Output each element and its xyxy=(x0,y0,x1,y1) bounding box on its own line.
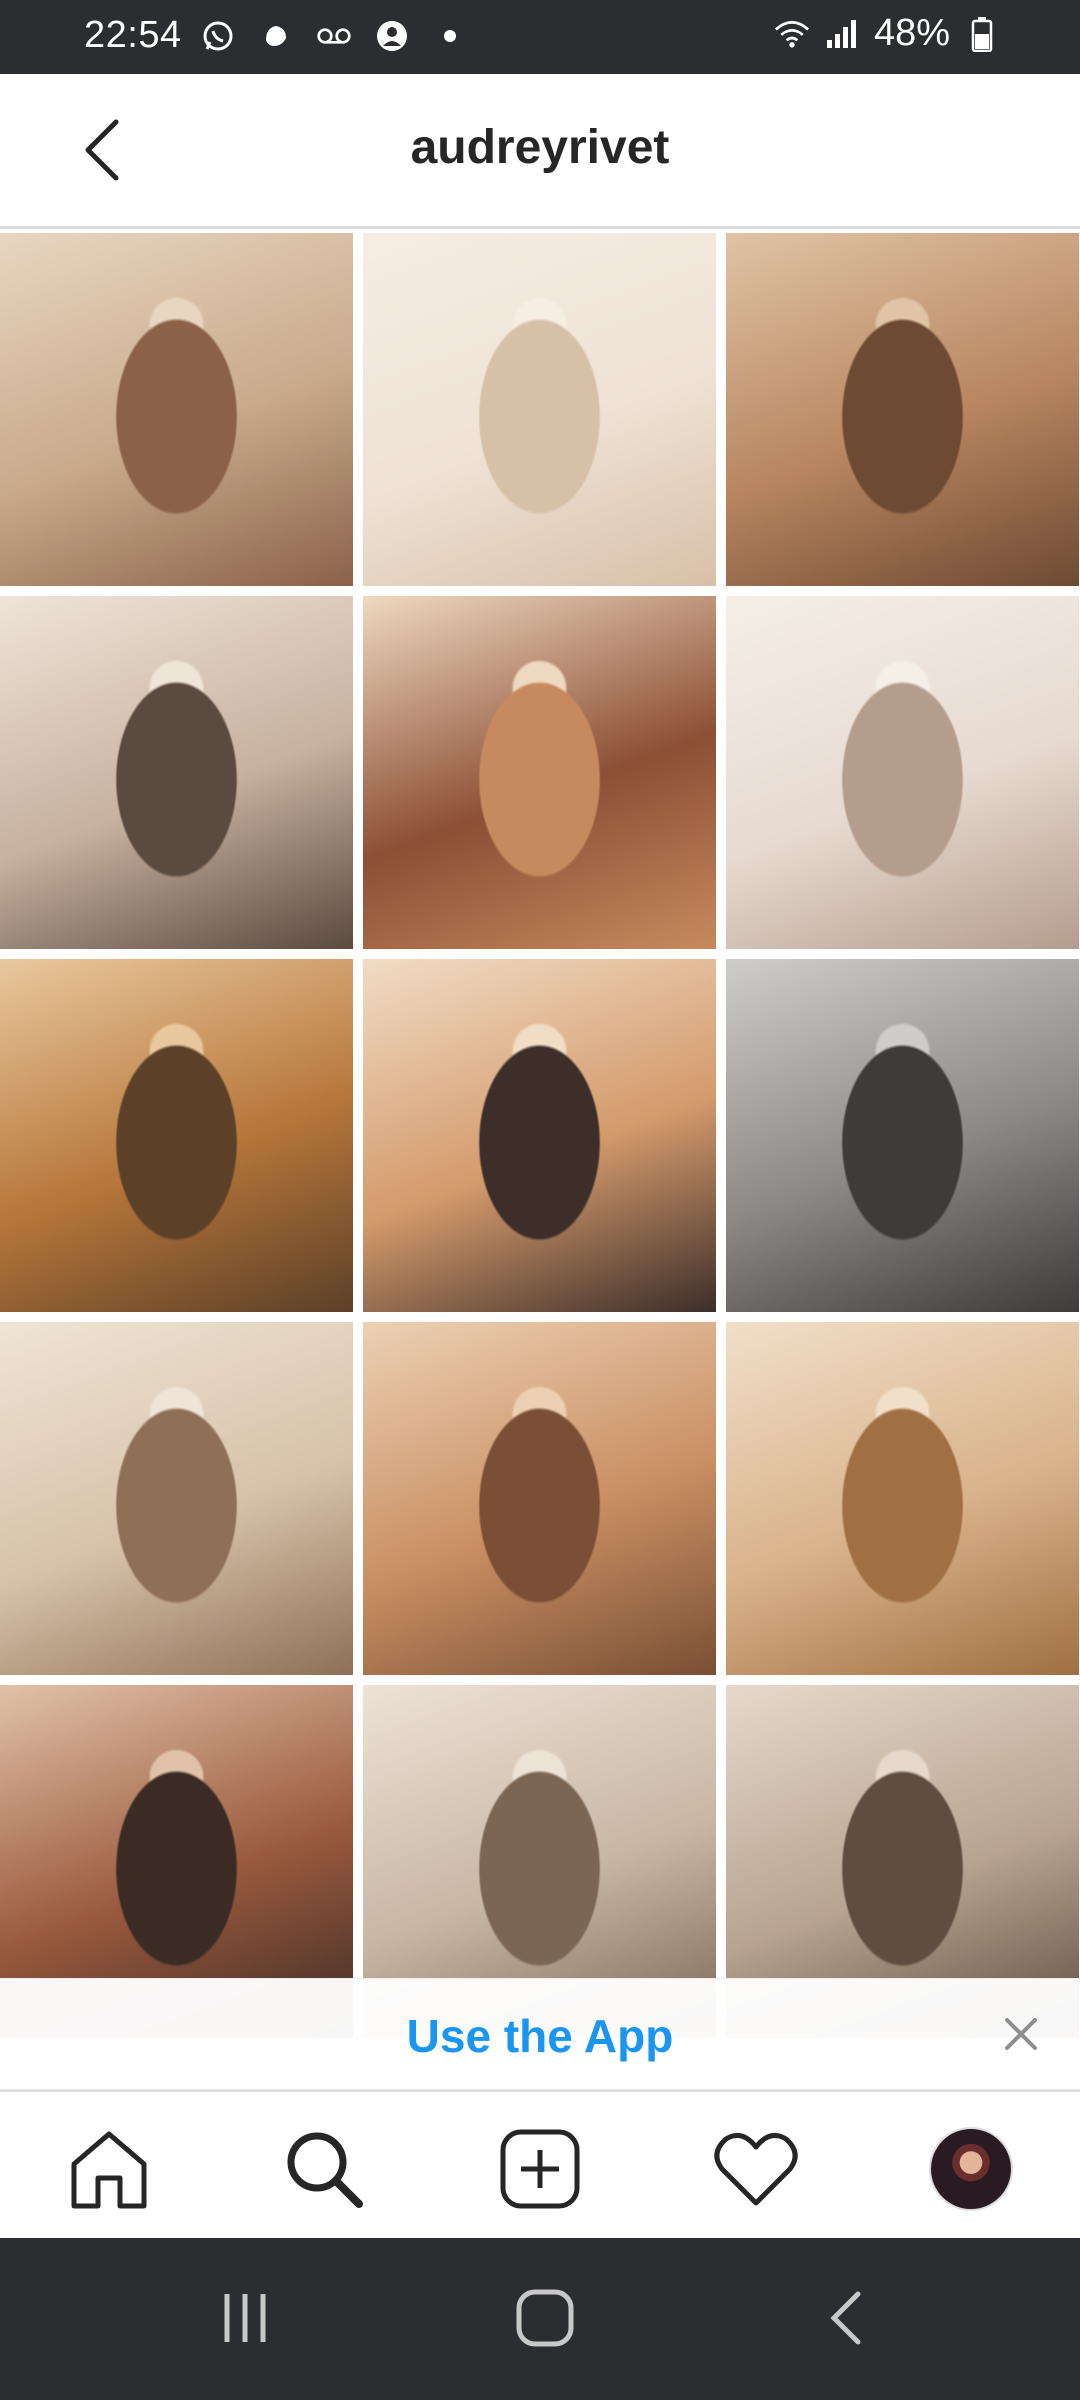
nav-home-button[interactable] xyxy=(66,2126,152,2212)
system-navigation-bar xyxy=(0,2238,1080,2400)
home-icon xyxy=(71,2131,147,2209)
post-telephone[interactable] xyxy=(363,1322,716,1675)
close-icon xyxy=(1005,2018,1037,2050)
post-thumbnail xyxy=(363,1322,716,1675)
post-bathtub[interactable] xyxy=(0,1322,353,1675)
use-app-banner[interactable]: Use the App xyxy=(0,1978,1080,2091)
post-thumbnail xyxy=(726,596,1079,949)
status-system-icons: 48% xyxy=(774,12,1000,55)
status-time: 22:54 xyxy=(84,14,182,56)
post-thumbnail xyxy=(0,233,353,586)
profile-avatar xyxy=(929,2127,1013,2211)
post-lake-picnic[interactable] xyxy=(0,959,353,1312)
home-system-button[interactable] xyxy=(500,2278,590,2358)
battery-percentage: 48% xyxy=(873,12,950,54)
post-thumbnail xyxy=(726,959,1079,1312)
dot-icon xyxy=(432,18,468,54)
back-system-button[interactable] xyxy=(800,2278,890,2358)
nav-profile-button[interactable] xyxy=(928,2126,1014,2212)
post-croissant-table[interactable] xyxy=(363,596,716,949)
post-thumbnail xyxy=(0,1322,353,1675)
signal-icon xyxy=(824,16,860,52)
back-icon xyxy=(830,2291,861,2345)
post-thumbnail xyxy=(0,959,353,1312)
post-dinner-party[interactable] xyxy=(0,233,353,586)
close-banner-button[interactable] xyxy=(996,2009,1046,2059)
bottom-navigation xyxy=(0,2090,1080,2240)
post-puppy-street[interactable] xyxy=(726,233,1079,586)
recents-icon xyxy=(224,2294,266,2342)
status-bar: 22:54 48% xyxy=(0,0,1080,74)
status-notification-icons xyxy=(200,18,468,54)
battery-icon xyxy=(964,16,1000,52)
use-app-link[interactable]: Use the App xyxy=(0,2009,1080,2063)
profile-header: audreyrivet xyxy=(0,74,1080,229)
post-fireplace-silk-dress[interactable] xyxy=(363,233,716,586)
wifi-icon xyxy=(774,16,810,52)
nav-new-post-button[interactable] xyxy=(497,2126,583,2212)
voicemail-icon xyxy=(316,18,352,54)
post-thumbnail xyxy=(726,233,1079,586)
post-bedroom-sweater[interactable] xyxy=(726,596,1079,949)
new-post-icon xyxy=(500,2129,580,2209)
search-icon xyxy=(287,2132,363,2208)
post-thumbnail xyxy=(363,596,716,949)
home-circle-icon xyxy=(516,2289,574,2347)
recents-button[interactable] xyxy=(200,2278,290,2358)
nav-activity-button[interactable] xyxy=(713,2126,799,2212)
post-staircase-dog[interactable] xyxy=(363,959,716,1312)
activity-heart-icon xyxy=(714,2132,798,2206)
post-thumbnail xyxy=(363,959,716,1312)
post-bw-chair[interactable] xyxy=(726,959,1079,1312)
post-thumbnail xyxy=(0,596,353,949)
post-coffee-street[interactable] xyxy=(0,596,353,949)
post-thumbnail xyxy=(726,1322,1079,1675)
nav-search-button[interactable] xyxy=(281,2126,367,2212)
whatsapp-icon xyxy=(200,18,236,54)
page-title: audreyrivet xyxy=(410,121,670,174)
post-thumbnail xyxy=(363,233,716,586)
app-icon xyxy=(258,18,294,54)
post-jewelry-book[interactable] xyxy=(726,1322,1079,1675)
account-icon xyxy=(374,18,410,54)
